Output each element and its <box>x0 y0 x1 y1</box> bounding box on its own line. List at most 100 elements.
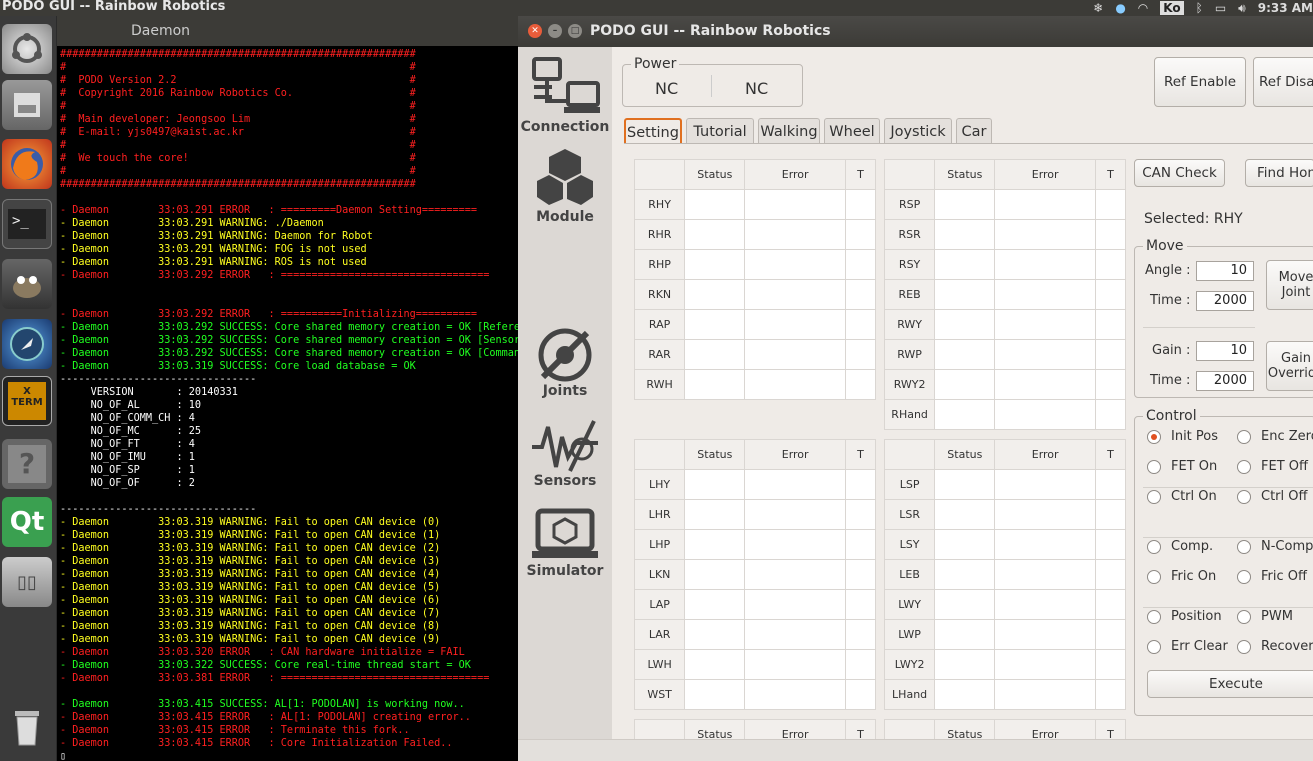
error-cell[interactable] <box>744 279 846 310</box>
tab-wheel[interactable]: Wheel <box>824 118 880 144</box>
status-cell[interactable] <box>934 249 996 280</box>
status-cell[interactable] <box>684 189 746 220</box>
terminal-icon[interactable]: >_ <box>2 199 52 249</box>
help-icon[interactable]: ? <box>2 439 52 489</box>
table-row[interactable]: LKN <box>633 559 877 590</box>
status-cell[interactable] <box>684 589 746 620</box>
gain-override-button[interactable]: Gain Override <box>1266 341 1313 391</box>
radio-position[interactable]: Position <box>1147 609 1222 624</box>
table-row[interactable]: LAP <box>633 589 877 620</box>
error-cell[interactable] <box>994 469 1096 500</box>
table-row[interactable]: RAP <box>633 309 877 340</box>
table-row[interactable]: WST <box>633 679 877 710</box>
radio-fric-off[interactable]: Fric Off <box>1237 569 1307 584</box>
error-cell[interactable] <box>744 469 846 500</box>
status-cell[interactable] <box>934 339 996 370</box>
t-cell[interactable] <box>844 249 877 280</box>
tab-car[interactable]: Car <box>956 118 992 144</box>
t-cell[interactable] <box>1094 499 1127 530</box>
radio-indicator-icon[interactable] <box>1237 459 1251 474</box>
status-cell[interactable] <box>934 589 996 620</box>
status-cell[interactable] <box>684 679 746 710</box>
can-check-button[interactable]: CAN Check <box>1134 159 1225 187</box>
table-row[interactable]: RHP <box>633 249 877 280</box>
error-cell[interactable] <box>994 619 1096 650</box>
time-input-1[interactable]: 2000 <box>1196 291 1254 311</box>
radio-enc-zero[interactable]: Enc Zero <box>1237 429 1313 444</box>
table-row[interactable]: RAR <box>633 339 877 370</box>
ref-enable-button[interactable]: Ref Enable <box>1154 57 1246 107</box>
status-cell[interactable] <box>684 369 746 400</box>
joint-table-right-leg[interactable]: Status Error T RHY RHR RHP RKN RAP RAR RWH <box>633 159 877 400</box>
radio-indicator-icon[interactable] <box>1147 459 1161 474</box>
t-cell[interactable] <box>1094 189 1127 220</box>
error-cell[interactable] <box>994 499 1096 530</box>
t-cell[interactable] <box>844 339 877 370</box>
t-cell[interactable] <box>844 469 877 500</box>
error-cell[interactable] <box>994 369 1096 400</box>
firefox-icon[interactable] <box>2 139 52 189</box>
t-cell[interactable] <box>844 559 877 590</box>
table-row[interactable]: LAR <box>633 619 877 650</box>
t-cell[interactable] <box>1094 559 1127 590</box>
radio-indicator-icon[interactable] <box>1237 569 1251 584</box>
radio-indicator-icon[interactable] <box>1147 539 1161 554</box>
error-cell[interactable] <box>744 369 846 400</box>
dropbox-icon[interactable]: ❄ <box>1093 1 1103 15</box>
close-icon[interactable]: ✕ <box>528 24 542 38</box>
status-cell[interactable] <box>934 369 996 400</box>
error-cell[interactable] <box>744 649 846 680</box>
tab-setting[interactable]: Setting <box>624 118 682 144</box>
radio-ctrl-on[interactable]: Ctrl On <box>1147 489 1217 504</box>
status-cell[interactable] <box>684 559 746 590</box>
t-cell[interactable] <box>1094 339 1127 370</box>
trash-icon[interactable] <box>2 701 52 751</box>
error-cell[interactable] <box>744 309 846 340</box>
t-cell[interactable] <box>1094 619 1127 650</box>
bluetooth-icon[interactable]: ᛒ <box>1196 1 1203 15</box>
error-cell[interactable] <box>994 249 1096 280</box>
table-row[interactable]: RWP <box>883 339 1127 370</box>
t-cell[interactable] <box>844 309 877 340</box>
radio-init-pos[interactable]: Init Pos <box>1147 429 1218 444</box>
t-cell[interactable] <box>1094 649 1127 680</box>
terminal-title-bar[interactable]: Daemon <box>57 16 518 46</box>
clock[interactable]: 9:33 AM <box>1258 1 1313 15</box>
table-row[interactable]: LSY <box>883 529 1127 560</box>
joint-table-left-arm[interactable]: Status Error T LSP LSR LSY LEB LWY LWP LWY2 LHand <box>883 439 1127 710</box>
status-cell[interactable] <box>684 529 746 560</box>
table-row[interactable]: RHR <box>633 219 877 250</box>
update-icon[interactable]: ● <box>1115 1 1125 15</box>
gimp-icon[interactable] <box>2 259 52 309</box>
table-row[interactable]: RKN <box>633 279 877 310</box>
table-row[interactable]: RWY2 <box>883 369 1127 400</box>
radio-indicator-icon[interactable] <box>1237 609 1251 624</box>
keyboard-indicator[interactable]: Ko <box>1160 1 1184 15</box>
nav-simulator[interactable]: Simulator <box>518 507 612 579</box>
status-cell[interactable] <box>934 309 996 340</box>
status-cell[interactable] <box>934 649 996 680</box>
media-player-icon[interactable]: ▯▯ <box>2 557 52 607</box>
t-cell[interactable] <box>1094 529 1127 560</box>
wifi-icon[interactable]: ◠ <box>1138 1 1148 15</box>
status-cell[interactable] <box>684 499 746 530</box>
t-cell[interactable] <box>1094 589 1127 620</box>
table-row[interactable]: RSY <box>883 249 1127 280</box>
tab-walking[interactable]: Walking <box>758 118 820 144</box>
t-cell[interactable] <box>1094 309 1127 340</box>
tab-joystick[interactable]: Joystick <box>884 118 952 144</box>
status-cell[interactable] <box>684 249 746 280</box>
time-input-2[interactable]: 2000 <box>1196 371 1254 391</box>
radio-recover[interactable]: Recover <box>1237 639 1313 654</box>
joint-table-right-arm[interactable]: Status Error T RSP RSR RSY REB RWY RWP RWY2 RHand <box>883 159 1127 430</box>
tab-tutorial[interactable]: Tutorial <box>686 118 754 144</box>
table-row[interactable]: LEB <box>883 559 1127 590</box>
radio-indicator-icon[interactable] <box>1147 569 1161 584</box>
t-cell[interactable] <box>844 529 877 560</box>
radio-ctrl-off[interactable]: Ctrl Off <box>1237 489 1307 504</box>
t-cell[interactable] <box>1094 279 1127 310</box>
move-joint-button[interactable]: Move Joint <box>1266 260 1313 310</box>
status-cell[interactable] <box>684 339 746 370</box>
radio-fet-off[interactable]: FET Off <box>1237 459 1308 474</box>
t-cell[interactable] <box>844 649 877 680</box>
